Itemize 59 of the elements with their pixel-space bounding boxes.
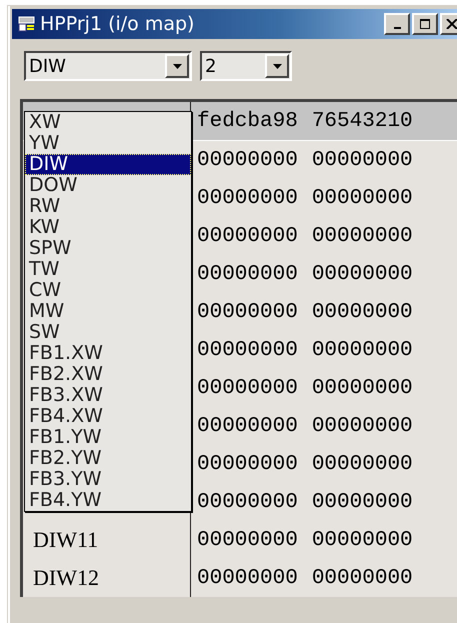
combo-value: DIW (28, 56, 67, 76)
table-cell: 00000000 (197, 376, 298, 400)
table-cell: 00000000 (312, 376, 413, 400)
dropdown-item[interactable]: FB4.YW (25, 490, 191, 511)
maximize-button[interactable] (412, 13, 438, 35)
table-cell: 00000000 (312, 490, 413, 514)
dropdown-item[interactable]: XW (25, 112, 191, 133)
row-label: DIW12 (33, 565, 99, 591)
table-cell: 00000000 (197, 224, 298, 248)
table-cell: 00000000 (197, 528, 298, 552)
dropdown-item[interactable]: SW (25, 322, 191, 343)
minimize-icon (394, 27, 400, 29)
dropdown-item[interactable]: RW (25, 196, 191, 217)
table-cell: 00000000 (197, 262, 298, 286)
dropdown-item[interactable]: KW (25, 217, 191, 238)
dropdown-item[interactable]: FB1.YW (25, 427, 191, 448)
table-cell: 00000000 (312, 224, 413, 248)
table-cell: 00000000 (197, 490, 298, 514)
dropdown-item[interactable]: MW (25, 301, 191, 322)
table-cell: 00000000 (312, 566, 413, 590)
table-cell: 00000000 (197, 452, 298, 476)
dropdown-item[interactable]: DIW (25, 154, 191, 175)
dropdown-item[interactable]: DOW (25, 175, 191, 196)
window-title: HPPrj1 (i/o map) (40, 13, 194, 35)
minimize-button[interactable] (384, 13, 410, 35)
table-cell: 00000000 (312, 186, 413, 210)
dropdown-item[interactable]: FB2.XW (25, 364, 191, 385)
column-header: fedcba98 (197, 110, 298, 132)
table-cell: 00000000 (197, 148, 298, 172)
table-cell: 00000000 (197, 566, 298, 590)
dropdown-item[interactable]: FB1.XW (25, 343, 191, 364)
dropdown-item[interactable]: SPW (25, 238, 191, 259)
table-cell: 00000000 (312, 338, 413, 362)
table-cell: 00000000 (312, 414, 413, 438)
table-cell: 00000000 (312, 148, 413, 172)
combo-value: 2 (204, 56, 218, 76)
dropdown-item[interactable]: YW (25, 133, 191, 154)
dropdown-item[interactable]: TW (25, 259, 191, 280)
close-icon (446, 19, 457, 29)
dropdown-item[interactable]: FB3.YW (25, 469, 191, 490)
table-cell: 00000000 (197, 186, 298, 210)
close-button[interactable] (440, 13, 457, 35)
dropdown-item[interactable]: CW (25, 280, 191, 301)
index-combo-box[interactable]: 2 (200, 51, 292, 81)
table-cell: 00000000 (197, 338, 298, 362)
window-app-icon (18, 16, 36, 32)
table-cell: 00000000 (197, 414, 298, 438)
dropdown-item[interactable]: FB2.YW (25, 448, 191, 469)
table-cell: 00000000 (312, 300, 413, 324)
dropdown-item[interactable]: FB4.XW (25, 406, 191, 427)
maximize-icon (420, 19, 430, 29)
dropdown-item[interactable]: FB3.XW (25, 385, 191, 406)
table-cell: 00000000 (312, 528, 413, 552)
column-header: 76543210 (312, 110, 413, 132)
row-label: DIW11 (33, 527, 98, 553)
table-cell: 00000000 (312, 452, 413, 476)
table-cell: 00000000 (197, 300, 298, 324)
table-cell: 00000000 (312, 262, 413, 286)
type-combo-box[interactable]: DIW (24, 51, 192, 81)
